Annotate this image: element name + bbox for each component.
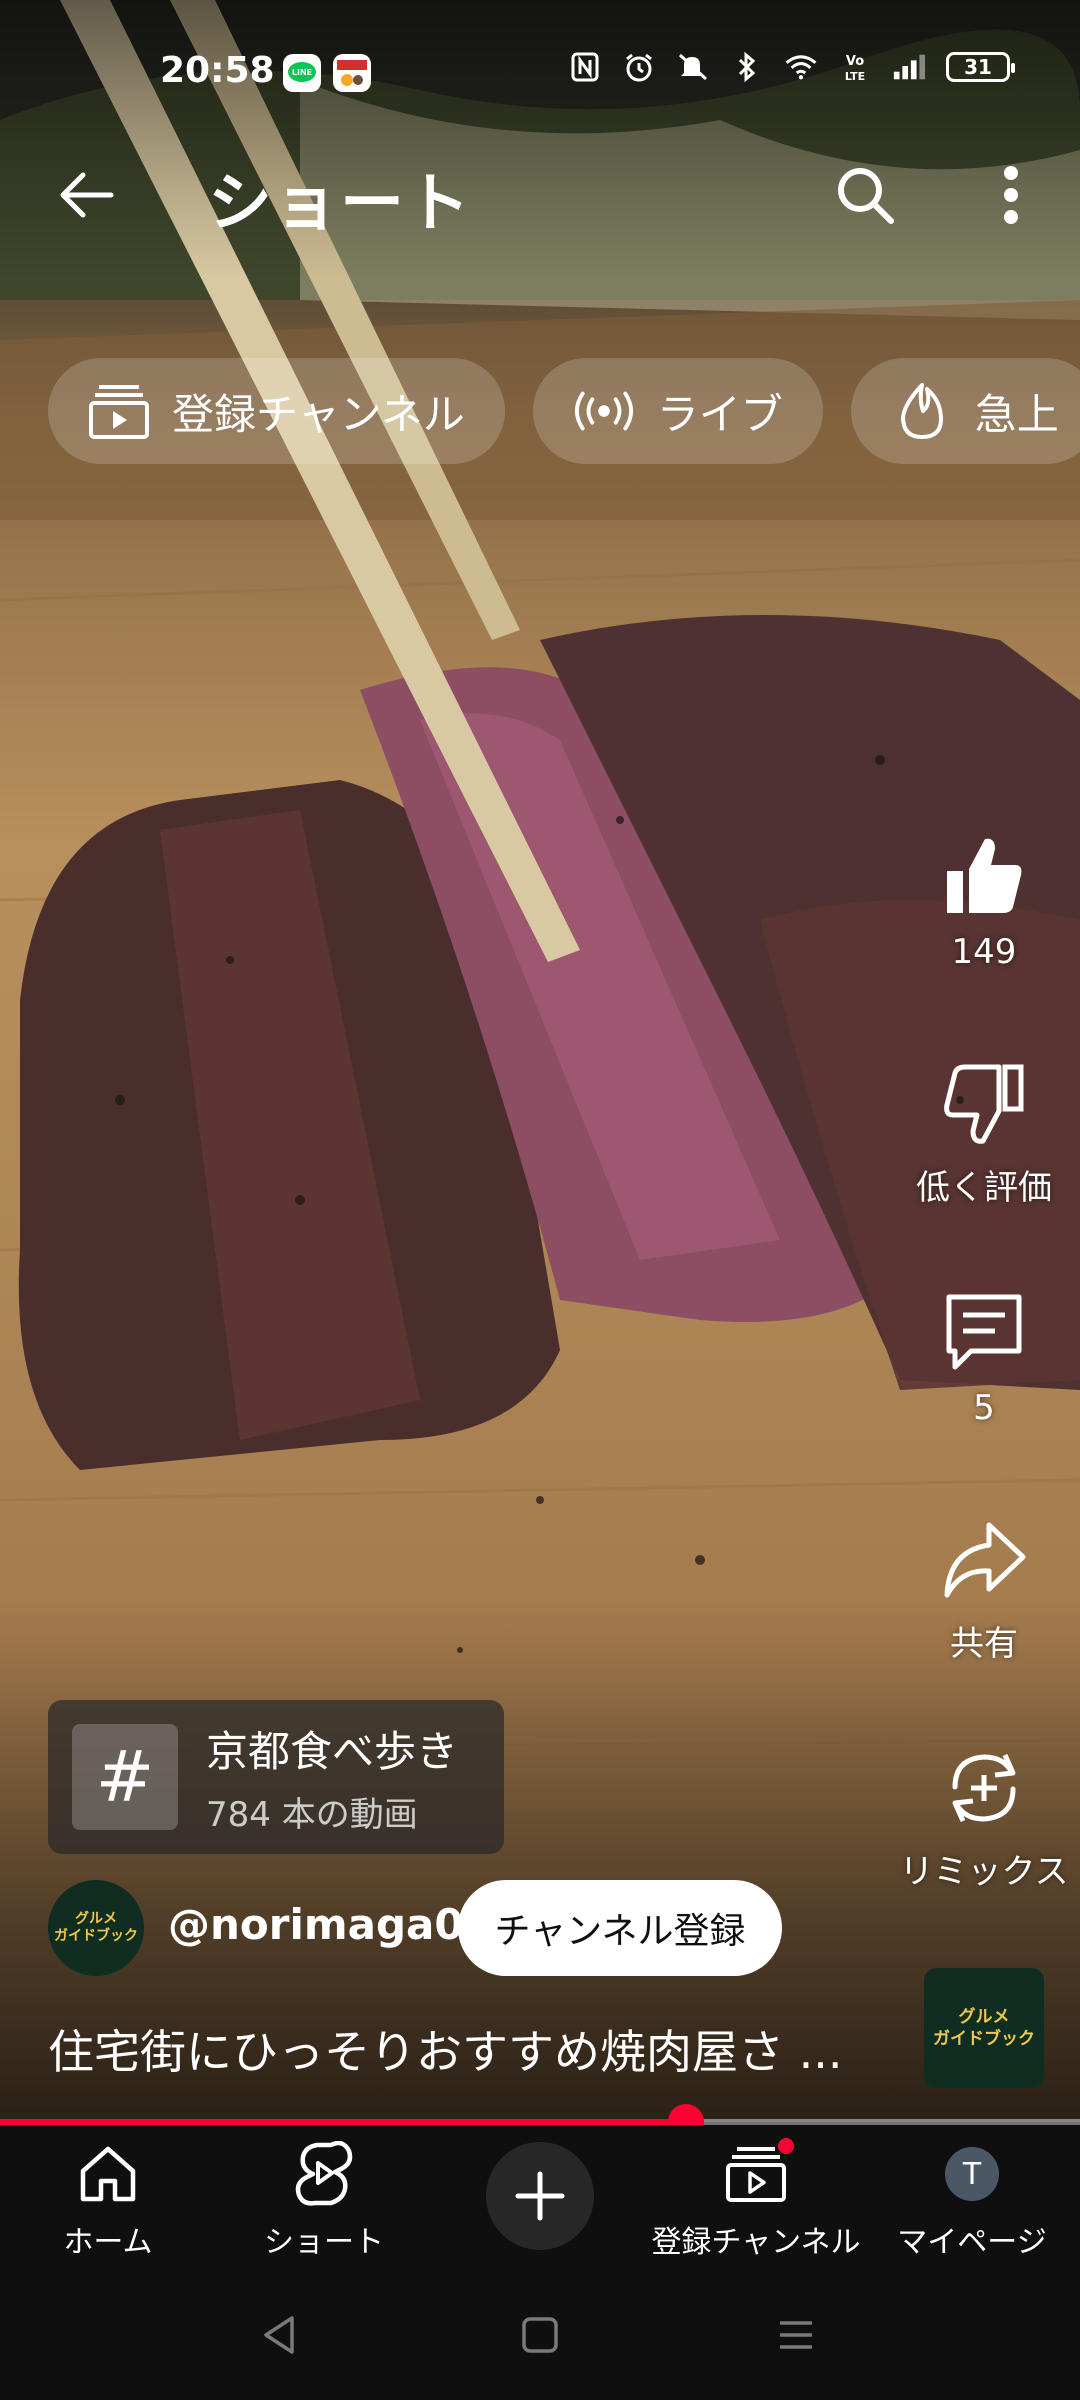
search-button[interactable] <box>820 150 910 240</box>
hashtag-title: 京都食べ歩き <box>206 1727 459 1776</box>
system-home-button[interactable] <box>500 2300 580 2370</box>
bluetooth-icon <box>730 50 764 84</box>
wifi-icon <box>784 50 818 84</box>
svg-text:Vo: Vo <box>846 54 864 69</box>
like-button[interactable]: 149 <box>884 826 1080 972</box>
chip-subscriptions[interactable]: 登録チャンネル <box>48 358 505 464</box>
svg-text:LTE: LTE <box>845 70 865 83</box>
mute-icon <box>676 50 710 84</box>
nav-subscriptions[interactable]: 登録チャンネル <box>648 2135 864 2261</box>
shorts-icon <box>289 2139 359 2209</box>
dislike-button[interactable]: 低く評価 <box>884 1054 1080 1209</box>
system-back-button[interactable] <box>240 2300 320 2370</box>
page-title: ショート <box>208 167 472 241</box>
hashtag-icon: # <box>72 1724 178 1830</box>
volte-icon: Vo LTE <box>838 50 872 84</box>
back-button[interactable] <box>40 150 130 240</box>
nav-subscriptions-label: 登録チャンネル <box>651 2225 861 2260</box>
channel-avatar[interactable]: グルメ ガイドブック <box>48 1880 144 1976</box>
share-icon <box>934 1510 1034 1610</box>
svg-text:LINE: LINE <box>292 68 312 77</box>
sound-thumbnail[interactable]: グルメ ガイドブック <box>924 1968 1044 2088</box>
chip-trending[interactable]: 急上 <box>850 358 1080 464</box>
plus-icon <box>515 2171 565 2221</box>
remix-button[interactable]: リミックス <box>884 1738 1080 1893</box>
live-icon <box>573 380 635 442</box>
bottom-navigation: ホーム ショート 登録チャンネル T マイページ <box>0 2125 1080 2270</box>
hashtag-video-count: 784 本の動画 <box>206 1795 418 1835</box>
dislike-label: 低く評価 <box>916 1168 1052 1208</box>
subscribe-button[interactable]: チャンネル登録 <box>458 1880 782 1976</box>
nav-home-label: ホーム <box>63 2225 153 2260</box>
home-icon <box>73 2139 143 2209</box>
chip-label: 登録チャンネル <box>172 389 465 439</box>
nav-mypage-label: マイページ <box>897 2225 1047 2260</box>
new-content-dot <box>775 2135 797 2157</box>
more-vert-icon <box>1004 166 1018 224</box>
create-button[interactable] <box>486 2142 594 2250</box>
system-recents-button[interactable] <box>756 2300 836 2370</box>
shorts-header: ショート <box>0 140 1080 241</box>
subscriptions-icon <box>721 2135 797 2209</box>
square-home-icon <box>522 2317 558 2353</box>
status-time: 20:58 <box>160 50 275 91</box>
filter-chips: 登録チャンネル ライブ 急上 <box>48 358 1080 466</box>
arrow-left-icon <box>60 172 114 218</box>
nav-avatar-wrap: T <box>937 2139 1007 2209</box>
menu-recents-icon <box>780 2321 812 2349</box>
nfc-icon <box>568 50 602 84</box>
remix-label: リミックス <box>899 1852 1069 1892</box>
more-options-button[interactable] <box>966 150 1056 240</box>
signal-icon <box>892 50 926 84</box>
subscriptions-icon <box>88 380 150 442</box>
share-button[interactable]: 共有 <box>884 1510 1080 1665</box>
chip-label: 急上 <box>974 389 1059 439</box>
battery-indicator: 31 <box>946 52 1015 82</box>
chip-label: ライブ <box>656 389 783 439</box>
chip-live[interactable]: ライブ <box>532 358 823 464</box>
hashtag-text: 京都食べ歩き 784 本の動画 <box>206 1718 458 1836</box>
comment-count: 5 <box>973 1388 995 1428</box>
share-label: 共有 <box>950 1624 1018 1664</box>
game-app-icon <box>333 54 371 92</box>
line-app-icon: LINE <box>283 54 321 92</box>
status-icons: Vo LTE 31 <box>568 50 1015 84</box>
triangle-back-icon <box>264 2316 294 2354</box>
remix-icon <box>934 1738 1034 1838</box>
trending-icon <box>891 380 953 442</box>
nav-shorts[interactable]: ショート <box>216 2139 432 2261</box>
user-avatar: T <box>945 2147 999 2201</box>
nav-shorts-label: ショート <box>264 2225 384 2260</box>
system-navigation-bar <box>0 2270 1080 2400</box>
comment-icon <box>934 1282 1034 1382</box>
channel-avatar-text: グルメ ガイドブック <box>54 1911 138 1944</box>
nav-home[interactable]: ホーム <box>0 2139 216 2261</box>
thumbs-up-icon <box>934 826 1034 926</box>
nav-mypage[interactable]: T マイページ <box>864 2139 1080 2261</box>
channel-name[interactable]: @norimaga01 <box>168 1900 493 1949</box>
search-icon <box>838 168 894 224</box>
video-title[interactable]: 住宅街にひっそりおすすめ焼肉屋さ ... <box>48 2016 888 2082</box>
hashtag-card[interactable]: # 京都食べ歩き 784 本の動画 <box>48 1700 504 1854</box>
sound-thumbnail-text: グルメ ガイドブック <box>933 2007 1035 2049</box>
status-bar: 20:58 LINE Vo LTE 31 <box>0 0 1080 140</box>
like-count: 149 <box>951 932 1017 972</box>
comments-button[interactable]: 5 <box>884 1282 1080 1428</box>
alarm-icon <box>622 50 656 84</box>
thumbs-down-icon <box>934 1054 1034 1154</box>
